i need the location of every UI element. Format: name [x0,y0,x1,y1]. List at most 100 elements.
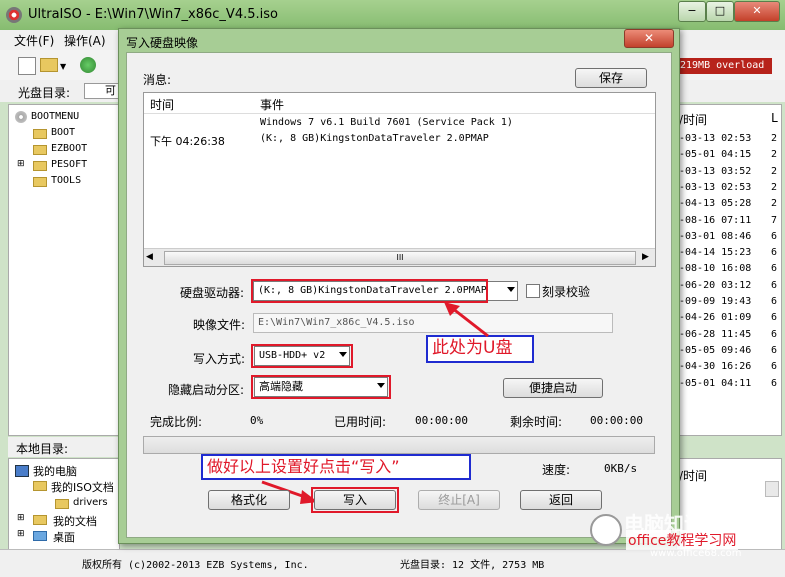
iso-file-list: /时间 L -03-13 02:53 2 -05-01 04:15 2 -03-13 0… [676,104,782,436]
local-item-desktop[interactable]: 桌面 [53,529,75,545]
scroll-thumb[interactable]: III [164,251,636,265]
expand-icon[interactable]: ⊞ [17,159,25,169]
row-time: -03-01 08:46 [679,230,752,242]
scroll-left-icon[interactable]: ◀ [146,252,153,262]
tree-item-boot[interactable]: BOOT [51,127,75,138]
save-log-button[interactable]: 保存 [575,68,647,88]
close-button[interactable]: ✕ [734,1,780,22]
row-time: -03-13 03:52 [679,165,752,177]
abort-button[interactable]: 终止[A] [418,490,500,510]
ratio-value: 0% [250,414,264,427]
table-row[interactable]: -05-05 09:46 6 [679,345,779,356]
horizontal-scrollbar[interactable]: ◀ III ▶ [144,248,655,266]
table-row[interactable]: -03-13 02:53 2 [679,133,779,144]
speed-label: 速度: [542,463,571,477]
table-row[interactable]: -04-26 01:09 6 [679,312,779,323]
row-time: -08-16 07:11 [679,214,752,226]
table-row[interactable]: -03-13 02:53 2 [679,182,779,193]
new-file-icon[interactable] [18,57,36,75]
row-time: -05-05 09:46 [679,344,752,356]
cd-info-text: 光盘目录: 12 文件, 2753 MB [400,560,545,571]
log-row-event: (K:, 8 GB)KingstonDataTraveler 2.0PMAP [260,133,489,144]
table-row[interactable]: -06-28 11:45 6 [679,329,779,340]
annotation-highlight-method [251,344,353,368]
table-row[interactable]: -05-01 04:11 6 [679,378,779,389]
local-tree-panel: 我的电脑 我的ISO文档 drivers ⊞ 我的文档 ⊞ 桌面 [8,458,120,550]
format-button[interactable]: 格式化 [208,490,290,510]
row-time: -08-10 16:08 [679,263,752,275]
tree-item-ezboot[interactable]: EZBOOT [51,143,87,154]
menu-file[interactable]: 文件(F) [14,32,54,49]
table-row[interactable]: -06-20 03:12 6 [679,280,779,291]
image-file-field[interactable]: E:\Win7\Win7_x86c_V4.5.iso [253,313,613,333]
open-folder-icon[interactable] [40,58,58,72]
row-time: -04-30 16:26 [679,361,752,373]
quick-boot-button[interactable]: 便捷启动 [503,378,603,398]
scroll-right-icon[interactable]: ▶ [642,252,649,262]
elapsed-label: 已用时间: [334,415,387,429]
column-header-l[interactable]: L [771,111,778,125]
scrollbar[interactable] [765,481,779,497]
log-row-event: Windows 7 v6.1 Build 7601 (Service Pack … [260,117,513,128]
row-l: 7 [771,214,778,226]
messages-label: 消息: [143,73,172,87]
disc-icon [15,111,27,123]
log-column-time[interactable]: 时间 [150,96,174,113]
local-item-drivers[interactable]: drivers [73,497,108,508]
table-row[interactable]: -04-14 15:23 6 [679,247,779,258]
row-l: 6 [771,361,778,373]
folder-icon [55,499,69,509]
tree-item-tools[interactable]: TOOLS [51,175,81,186]
row-l: 2 [771,133,778,144]
expand-icon[interactable]: ⊞ [17,513,25,523]
cd-directory-input[interactable]: 可 [84,83,120,99]
row-l: 6 [771,263,778,275]
message-log: 时间 事件 Windows 7 v6.1 Build 7601 (Service… [143,92,656,267]
verify-checkbox[interactable] [526,284,540,298]
watermark-logo-icon [590,514,622,546]
table-row[interactable]: -09-09 19:43 6 [679,296,779,307]
table-row[interactable]: -05-01 04:15 2 [679,149,779,160]
site-watermark: 电脑知识学习网 office教程学习网 www.office68.com [590,504,780,564]
log-column-event[interactable]: 事件 [260,96,284,113]
ratio-label: 完成比例: [150,415,203,429]
table-row[interactable]: -08-16 07:11 7 [679,215,779,226]
row-time: -04-13 05:28 [679,198,752,210]
local-item-my-documents[interactable]: 我的文档 [53,513,97,529]
row-l: 6 [771,344,778,356]
dialog-close-button[interactable]: ✕ [624,29,674,48]
local-item-my-iso[interactable]: 我的ISO文档 [51,479,114,495]
tree-item-bootmenu[interactable]: BOOTMENU [31,111,79,122]
row-l: 6 [771,296,778,307]
row-l: 6 [771,247,778,259]
table-row[interactable]: -04-30 16:26 6 [679,361,779,372]
chevron-down-icon [507,287,515,292]
column-header-time[interactable]: /时间 [679,111,707,128]
local-item-my-computer[interactable]: 我的电脑 [33,463,77,479]
table-row[interactable]: -03-01 08:46 6 [679,231,779,242]
open-dropdown-icon[interactable]: ▼ [60,62,66,71]
column-header-time[interactable]: /时间 [679,467,707,484]
expand-icon[interactable]: ⊞ [17,529,25,539]
row-time: -05-01 04:11 [679,377,752,389]
table-row[interactable]: -03-13 03:52 2 [679,166,779,177]
row-time: -06-28 11:45 [679,328,752,340]
folder-icon [33,515,47,525]
row-time: -06-20 03:12 [679,279,752,291]
tree-item-pesoft[interactable]: PESOFT [51,159,87,170]
table-row[interactable]: -08-10 16:08 6 [679,263,779,274]
minimize-button[interactable]: − [678,1,706,22]
extract-icon[interactable] [80,57,96,73]
folder-icon [33,145,47,155]
table-row[interactable]: -04-13 05:28 2 [679,198,779,209]
menu-actions[interactable]: 操作(A) [64,32,106,49]
computer-icon [15,465,29,477]
local-directory-label: 本地目录: [16,442,69,456]
write-method-label: 写入方式: [193,352,246,366]
iso-tree-panel: BOOTMENU BOOT EZBOOT ⊞ PESOFT TOOLS [8,104,120,436]
row-l: 2 [771,165,778,177]
log-header [144,93,655,114]
annotation-highlight-write [311,487,399,513]
row-l: 2 [771,149,778,161]
maximize-button[interactable]: □ [706,1,734,22]
